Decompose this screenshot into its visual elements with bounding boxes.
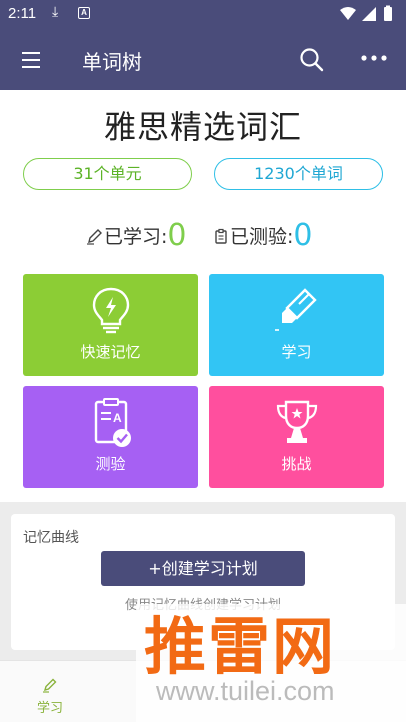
challenge-label: 挑战	[281, 455, 312, 473]
words-count-button[interactable]: 1230个单词	[214, 158, 383, 190]
create-plan-button[interactable]: +创建学习计划	[101, 551, 305, 586]
study-tile[interactable]: 学习	[209, 274, 384, 376]
lightbulb-icon	[92, 287, 130, 334]
tested-label: 已测验:	[230, 226, 294, 248]
test-label: 测验	[95, 455, 126, 473]
battery-icon	[384, 7, 392, 21]
more-dots-icon	[361, 55, 387, 61]
search-icon	[300, 48, 324, 72]
quick-memory-label: 快速记忆	[80, 343, 141, 361]
tested-value: 0	[293, 218, 313, 253]
watermark-brand: 推雷网	[144, 610, 337, 683]
quick-memory-tile[interactable]: 快速记忆	[23, 274, 198, 376]
clipboard-icon	[215, 228, 227, 244]
nav-tab-study-label: 学习	[36, 701, 63, 716]
pencil-icon	[43, 678, 57, 693]
svg-text:A: A	[113, 411, 122, 425]
app-title: 单词树	[82, 50, 142, 74]
checklist-icon: A	[94, 398, 131, 447]
test-tile[interactable]: A 测验	[23, 386, 198, 488]
learned-label: 已学习:	[104, 226, 168, 248]
watermark: 推雷网 www.tuilei.com	[136, 604, 406, 722]
more-options-button[interactable]	[355, 45, 395, 75]
app-bar: 单词树	[0, 28, 406, 90]
book-title: 雅思精选词汇	[103, 108, 302, 146]
memory-curve-title: 记忆曲线	[23, 530, 79, 546]
status-icons	[340, 5, 392, 21]
watermark-url: www.tuilei.com	[156, 676, 335, 706]
signal-icon	[362, 7, 376, 21]
search-button[interactable]	[297, 45, 327, 75]
hamburger-icon	[22, 52, 40, 54]
tested-stat: 已测验:0	[212, 218, 313, 258]
download-icon: ⤓	[52, 4, 59, 20]
study-label: 学习	[281, 343, 312, 361]
status-bar: 2:11 ⤓ A	[0, 0, 406, 28]
challenge-tile[interactable]: 挑战	[209, 386, 384, 488]
wifi-icon	[340, 7, 356, 20]
units-count-button[interactable]: 31个单元	[23, 158, 192, 190]
pencil-icon	[87, 229, 102, 245]
trophy-icon	[276, 400, 318, 443]
learned-value: 0	[167, 218, 187, 253]
menu-button[interactable]	[14, 44, 46, 74]
notification-a-icon: A	[78, 7, 90, 19]
learned-stat: 已学习:0	[86, 218, 187, 258]
status-time: 2:11	[8, 5, 37, 22]
nav-tab-study[interactable]: 学习	[22, 677, 78, 721]
highlighter-icon	[275, 288, 317, 331]
